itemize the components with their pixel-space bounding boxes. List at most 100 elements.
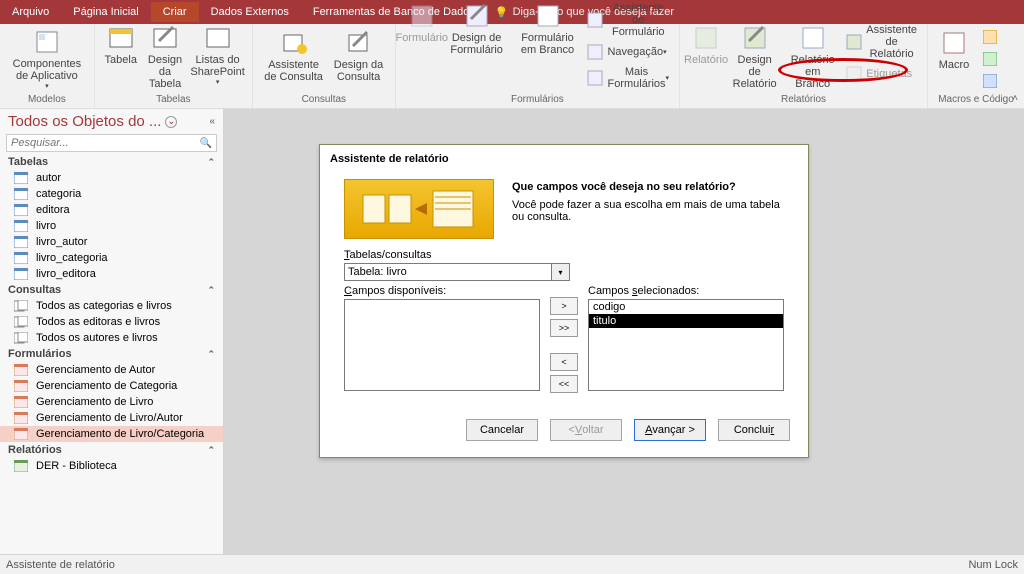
nav-item-label: Gerenciamento de Categoria [36, 380, 177, 392]
class-module-button[interactable] [978, 48, 1018, 70]
table-icon [14, 252, 28, 264]
form-icon [14, 412, 28, 424]
module-button[interactable] [978, 26, 1018, 48]
sharepoint-lists-button[interactable]: Listas do SharePoint▾ [189, 21, 246, 89]
nav-item-table[interactable]: livro_editora [0, 266, 223, 282]
table-icon [14, 188, 28, 200]
navigation-button[interactable]: Navegação▾ [583, 41, 670, 63]
nav-dropdown-icon[interactable]: ⌄ [165, 116, 177, 128]
wizard-title: Assistente de relatório [320, 145, 808, 173]
application-parts-button[interactable]: Componentes de Aplicativo▾ [6, 25, 88, 93]
shutter-bar-icon[interactable]: « [209, 116, 215, 127]
nav-item-label: Gerenciamento de Livro/Autor [36, 412, 183, 424]
report-wizard-button[interactable]: Assistente de Relatório [842, 21, 921, 63]
nav-search[interactable]: 🔍 [6, 134, 217, 152]
nav-item-table[interactable]: autor [0, 170, 223, 186]
next-button[interactable]: Avançar > [634, 419, 706, 441]
table-button[interactable]: Tabela [101, 21, 141, 69]
nav-item-label: livro_editora [36, 268, 96, 280]
nav-item-label: Todos as editoras e livros [36, 316, 160, 328]
nav-item-label: categoria [36, 188, 81, 200]
back-button: < Voltar [550, 419, 622, 441]
table-icon [14, 220, 28, 232]
search-input[interactable] [7, 136, 200, 150]
sharepoint-icon [204, 24, 232, 52]
vb-icon [982, 73, 998, 89]
search-icon: 🔍 [200, 138, 216, 149]
tables-queries-value[interactable] [344, 263, 552, 281]
list-item[interactable]: titulo [589, 314, 783, 328]
remove-field-button[interactable]: < [550, 353, 578, 371]
nav-item-label: autor [36, 172, 61, 184]
nav-item-form[interactable]: Gerenciamento de Livro [0, 394, 223, 410]
table-design-button[interactable]: Design da Tabela [141, 21, 190, 93]
report-wizard-icon [846, 34, 862, 50]
tab-create[interactable]: Criar [151, 2, 199, 22]
nav-item-form[interactable]: Gerenciamento de Autor [0, 362, 223, 378]
nav-item-table[interactable]: categoria [0, 186, 223, 202]
query-design-icon [345, 29, 373, 57]
nav-title[interactable]: Todos os Objetos do ... ⌄ « [0, 109, 223, 132]
tables-queries-combo[interactable]: ▾ [344, 263, 570, 281]
nav-item-table[interactable]: livro [0, 218, 223, 234]
ribbon-group-tables: Tabela Design da Tabela Listas do ShareP… [95, 24, 253, 108]
nav-item-label: DER - Biblioteca [36, 460, 117, 472]
collapse-ribbon-icon[interactable]: ˄ [1012, 93, 1018, 104]
nav-item-label: editora [36, 204, 70, 216]
visual-basic-button[interactable] [978, 70, 1018, 92]
selected-fields-list[interactable]: codigotitulo [588, 299, 784, 391]
query-wizard-button[interactable]: Assistente de Consulta [259, 26, 328, 86]
report-button: Relatório [686, 21, 726, 69]
query-icon [14, 300, 28, 312]
form-wizard-button[interactable]: Assistente de Formulário [583, 0, 673, 41]
finish-button[interactable]: Concluir [718, 419, 790, 441]
add-field-button[interactable]: > [550, 297, 578, 315]
report-wizard-dialog: Assistente de relatório Que campos você … [319, 144, 809, 458]
more-forms-button[interactable]: Mais Formulários▾ [583, 63, 673, 93]
nav-item-table[interactable]: editora [0, 202, 223, 218]
combo-dropdown-button[interactable]: ▾ [552, 263, 570, 281]
nav-item-label: livro_autor [36, 236, 87, 248]
nav-item-form[interactable]: Gerenciamento de Categoria [0, 378, 223, 394]
more-forms-icon [587, 70, 603, 86]
labels-icon [846, 66, 862, 82]
ribbon-group-forms: Formulário Design de Formulário Formulár… [396, 24, 680, 108]
nav-item-query[interactable]: Todos as editoras e livros [0, 314, 223, 330]
section-queries[interactable]: Consultas⌃ [0, 282, 223, 298]
tab-home[interactable]: Página Inicial [61, 2, 150, 22]
nav-item-table[interactable]: livro_categoria [0, 250, 223, 266]
report-design-icon [741, 24, 769, 52]
section-tables[interactable]: Tabelas⌃ [0, 154, 223, 170]
app-parts-icon [33, 28, 61, 56]
blank-form-button[interactable]: Formulário em Branco [512, 0, 584, 59]
list-item[interactable]: codigo [589, 300, 783, 314]
form-icon [14, 428, 28, 440]
nav-item-form[interactable]: Gerenciamento de Livro/Categoria [0, 426, 223, 442]
table-icon [107, 24, 135, 52]
nav-item-form[interactable]: Gerenciamento de Livro/Autor [0, 410, 223, 426]
section-reports[interactable]: Relatórios⌃ [0, 442, 223, 458]
section-forms[interactable]: Formulários⌃ [0, 346, 223, 362]
nav-item-query[interactable]: Todos os autores e livros [0, 330, 223, 346]
tab-external[interactable]: Dados Externos [199, 2, 301, 22]
blank-report-button[interactable]: Relatório em Branco [783, 21, 842, 93]
report-design-button[interactable]: Design de Relatório [726, 21, 783, 93]
tab-file[interactable]: Arquivo [0, 2, 61, 22]
cancel-button[interactable]: Cancelar [466, 419, 538, 441]
query-design-button[interactable]: Design da Consulta [328, 26, 388, 86]
macro-button[interactable]: Macro [934, 26, 974, 74]
blank-report-icon [799, 24, 827, 52]
nav-item-query[interactable]: Todos as categorias e livros [0, 298, 223, 314]
nav-item-table[interactable]: livro_autor [0, 234, 223, 250]
nav-item-label: Todos os autores e livros [36, 332, 158, 344]
module-icon [982, 29, 998, 45]
form-design-button[interactable]: Design de Formulário [442, 0, 512, 59]
available-fields-list[interactable] [344, 299, 540, 391]
nav-item-report[interactable]: DER - Biblioteca [0, 458, 223, 474]
remove-all-fields-button[interactable]: << [550, 375, 578, 393]
add-all-fields-button[interactable]: >> [550, 319, 578, 337]
form-wizard-icon [587, 12, 603, 28]
nav-item-label: Gerenciamento de Livro/Categoria [36, 428, 204, 440]
chevron-up-icon: ⌃ [207, 445, 215, 456]
status-left: Assistente de relatório [6, 559, 115, 571]
